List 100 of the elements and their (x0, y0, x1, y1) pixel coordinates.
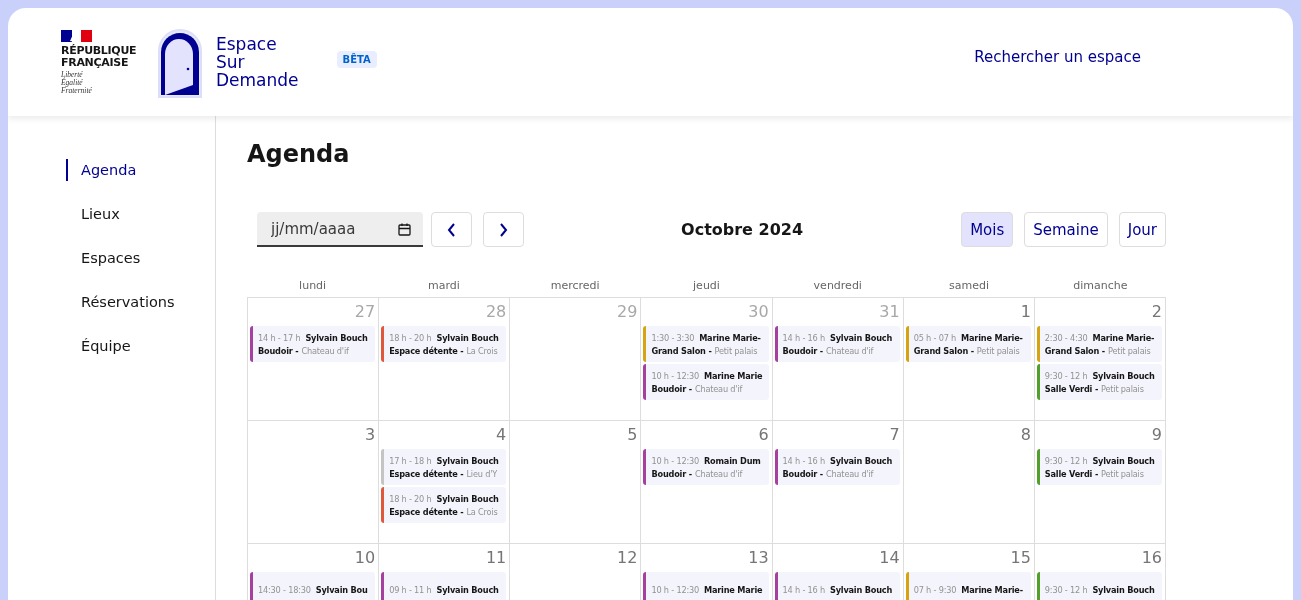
event-card[interactable]: 09 h - 11 h Sylvain Bouch (381, 572, 507, 600)
event-location: Espace détente - La Crois (389, 506, 499, 517)
event-location: Espace détente - La Crois (389, 345, 499, 356)
event-location: Boudoir - Chateau d'if (651, 468, 744, 479)
day-number: 28 (485, 302, 507, 321)
event-card[interactable]: 18 h - 20 h Sylvain Bouch Espace détente - La Crois (381, 487, 507, 523)
day-number: 15 (1010, 548, 1031, 567)
search-space-link[interactable]: Rechercher un espace (974, 48, 1141, 66)
page-title: Agenda (247, 140, 350, 168)
event-title: 10 h - 12:30 Romain Dum (651, 455, 761, 466)
view-tab[interactable]: Semaine (1024, 212, 1108, 247)
view-tab[interactable]: Jour (1118, 212, 1166, 247)
event-card[interactable]: 14 h - 16 h Sylvain Bouch (774, 572, 900, 600)
event-card[interactable]: 10 h - 12:30 Marine Marie (643, 572, 769, 600)
day-number: 27 (354, 302, 376, 321)
brand-name: Sur (216, 53, 245, 71)
event-card[interactable]: 9:30 - 12 h Sylvain Bouch (1036, 572, 1162, 600)
event-card[interactable]: 9:30 - 12 h Sylvain Bouch Salle Verdi - Petit palais (1036, 449, 1162, 485)
day-number: 12 (617, 548, 638, 567)
weekday-label: mercredi (550, 279, 600, 292)
event-title: 14 h - 16 h Sylvain Bouch (782, 332, 893, 343)
weekday-label: jeudi (693, 279, 720, 292)
day-number: 8 (1020, 425, 1031, 444)
chevron-right-icon (499, 222, 508, 237)
view-tab[interactable]: Mois (961, 212, 1014, 247)
event-title: 10 h - 12:30 Marine Marie (651, 370, 763, 381)
event-location: Salle Verdi - Petit palais (1044, 383, 1145, 394)
weekday-label: vendredi (813, 279, 862, 292)
weekday-label: dimanche (1073, 279, 1128, 292)
day-number: 1 (1020, 302, 1031, 321)
event-title: 9:30 - 12 h Sylvain Bouch (1044, 370, 1155, 381)
event-card[interactable]: 17 h - 18 h Sylvain Bouch Espace détente - Lieu d'Y (381, 449, 507, 485)
brand-name: Demande (216, 71, 299, 89)
event-card[interactable]: 14:30 - 18:30 Sylvain Bou (250, 572, 376, 600)
event-title: 2:30 - 4:30 Marine Marie- (1044, 332, 1155, 343)
event-title: 17 h - 18 h Sylvain Bouch (389, 455, 499, 466)
event-card[interactable]: 1:30 - 3:30 Marine Marie- Grand Salon - Petit palais (643, 326, 769, 362)
day-number: 10 (354, 548, 376, 567)
day-number: 29 (617, 302, 638, 321)
calendar-icon (398, 223, 411, 236)
event-title: 10 h - 12:30 Marine Marie (651, 585, 763, 595)
beta-badge: BÊTA (336, 50, 377, 68)
event-title: 14 h - 16 h Sylvain Bouch (782, 455, 893, 466)
event-location: Grand Salon - Petit palais (1044, 345, 1152, 356)
republic-name: RÉPUBLIQUE (61, 44, 138, 57)
event-card[interactable]: 14 h - 17 h Sylvain Bouch Boudoir - Chateau d'if (250, 326, 376, 362)
sidebar-item[interactable]: Agenda (8, 148, 215, 192)
month-label: Octobre 2024 (680, 220, 805, 239)
event-card[interactable]: 14 h - 16 h Sylvain Bouch Boudoir - Chateau d'if (774, 449, 900, 485)
day-number: 4 (496, 425, 507, 444)
event-card[interactable]: 9:30 - 12 h Sylvain Bouch Salle Verdi - Petit palais (1036, 364, 1162, 400)
day-number: 9 (1151, 425, 1162, 444)
event-location: Grand Salon - Petit palais (913, 345, 1021, 356)
day-number: 30 (748, 302, 769, 321)
day-number: 5 (627, 425, 638, 444)
event-card[interactable]: 18 h - 20 h Sylvain Bouch Espace détente - La Crois (381, 326, 507, 362)
event-location: Boudoir - Chateau d'if (782, 345, 875, 356)
event-location: Grand Salon - Petit palais (651, 345, 759, 356)
event-location: Boudoir - Chateau d'if (782, 468, 875, 479)
next-button[interactable] (483, 212, 524, 247)
event-title: 07 h - 9:30 Marine Marie- (913, 585, 1023, 595)
event-location: Boudoir - Chateau d'if (651, 383, 744, 394)
day-number: 6 (758, 425, 769, 444)
event-card[interactable]: 05 h - 07 h Marine Marie- Grand Salon - Petit palais (905, 326, 1031, 362)
event-card[interactable]: 14 h - 16 h Sylvain Bouch Boudoir - Chateau d'if (774, 326, 900, 362)
weekday-label: mardi (428, 279, 460, 292)
sidebar-item[interactable]: Espaces (8, 236, 215, 280)
event-title: 18 h - 20 h Sylvain Bouch (389, 332, 499, 343)
event-title: 14 h - 17 h Sylvain Bouch (258, 332, 368, 343)
date-field[interactable]: jj/mm/aaaa (257, 212, 423, 247)
chevron-left-icon (447, 222, 456, 237)
sidebar-item[interactable]: Équipe (8, 324, 215, 368)
event-card[interactable]: 10 h - 12:30 Marine Marie Boudoir - Chateau d'if (643, 364, 769, 400)
previous-button[interactable] (431, 212, 472, 247)
day-number: 7 (889, 425, 900, 444)
day-number: 31 (879, 302, 900, 321)
sidebar-item[interactable]: Réservations (8, 280, 215, 324)
event-location: Salle Verdi - Petit palais (1044, 468, 1145, 479)
day-number: 13 (748, 548, 769, 567)
day-number: 16 (1141, 548, 1162, 567)
day-number: 2 (1151, 302, 1162, 321)
sidebar-item[interactable]: Lieux (8, 192, 215, 236)
republic-name: FRANÇAISE (61, 56, 129, 69)
weekday-label: samedi (949, 279, 990, 292)
event-title: 05 h - 07 h Marine Marie- (913, 332, 1023, 343)
event-card[interactable]: 07 h - 9:30 Marine Marie- (905, 572, 1031, 600)
event-title: 9:30 - 12 h Sylvain Bouch (1044, 585, 1155, 595)
event-title: 9:30 - 12 h Sylvain Bouch (1044, 455, 1155, 466)
event-title: 1:30 - 3:30 Marine Marie- (651, 332, 761, 343)
weekday-label: lundi (299, 279, 327, 292)
day-number: 11 (485, 548, 507, 567)
event-card[interactable]: 10 h - 12:30 Romain Dum Boudoir - Chateau d'if (643, 449, 769, 485)
day-number: 14 (879, 548, 900, 567)
event-location: Espace détente - Lieu d'Y (389, 468, 498, 479)
day-number: 3 (364, 425, 376, 444)
event-title: 09 h - 11 h Sylvain Bouch (389, 585, 499, 595)
event-title: 18 h - 20 h Sylvain Bouch (389, 493, 499, 504)
event-location: Boudoir - Chateau d'if (258, 345, 350, 356)
event-card[interactable]: 2:30 - 4:30 Marine Marie- Grand Salon - Petit palais (1036, 326, 1162, 362)
event-title: 14 h - 16 h Sylvain Bouch (782, 585, 893, 595)
